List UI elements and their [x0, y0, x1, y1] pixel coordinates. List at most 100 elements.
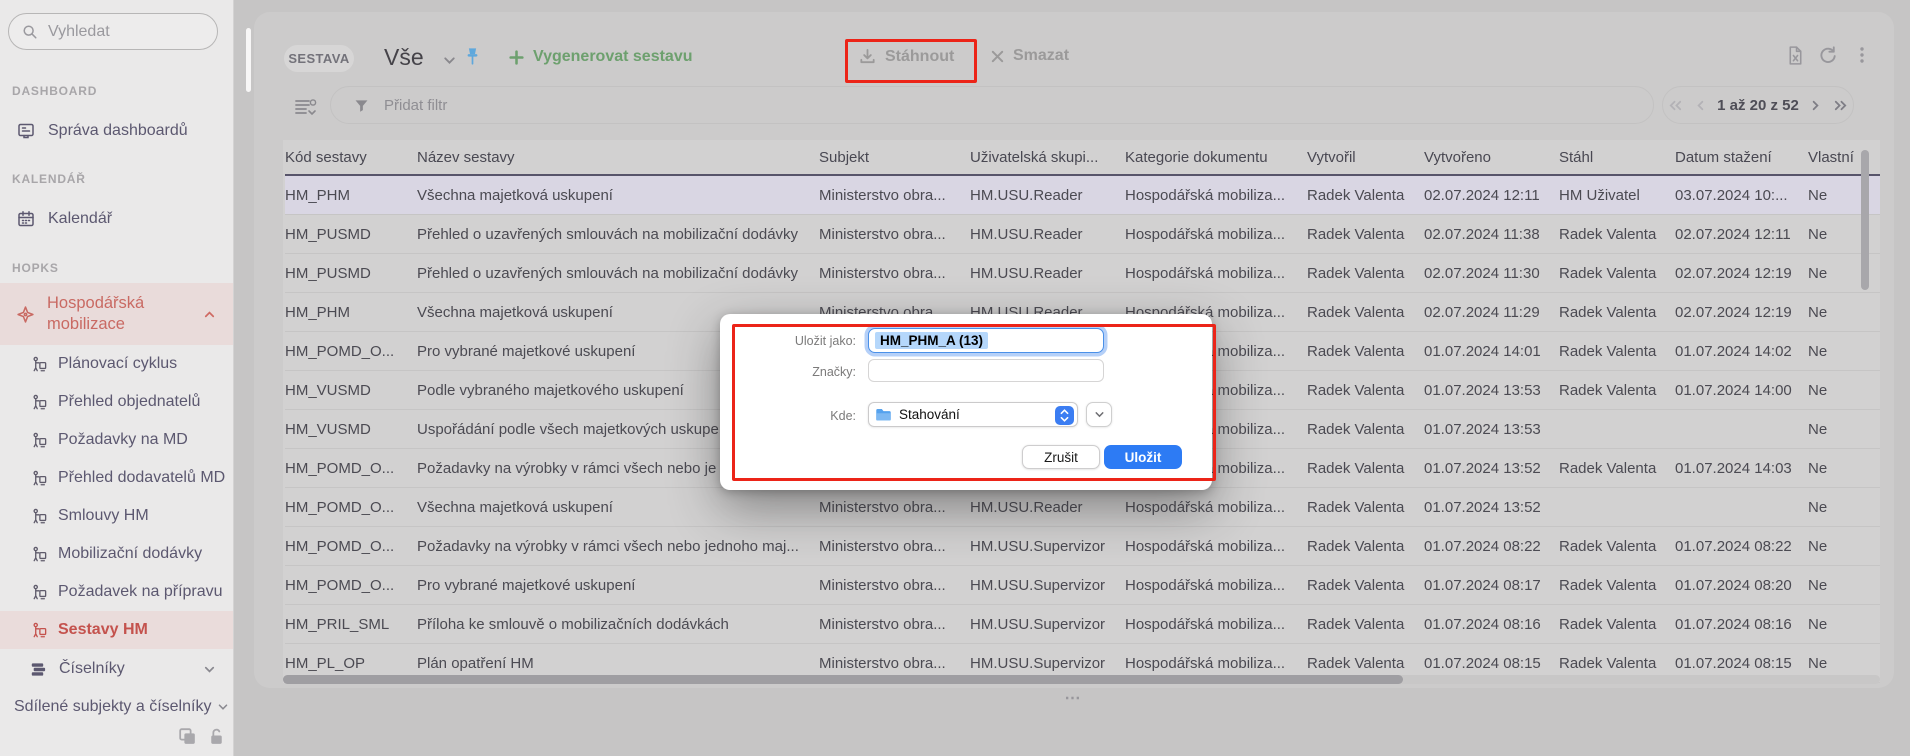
- save-button[interactable]: Uložit: [1104, 445, 1182, 469]
- cell-name: Plán opatření HM: [417, 655, 819, 672]
- delete-button[interactable]: Smazat: [990, 47, 1069, 65]
- cell-name: Přehled o uzavřených smlouvách na mobili…: [417, 226, 819, 243]
- sidebar-item[interactable]: Smlouvy HM: [0, 497, 233, 535]
- cell-category: Hospodářská mobiliza...: [1125, 538, 1307, 555]
- cell-downloaded_at: 02.07.2024 12:11: [1675, 226, 1808, 243]
- view-options-icon[interactable]: [292, 96, 320, 120]
- export-file-icon[interactable]: [1784, 44, 1807, 67]
- chevron-down-icon[interactable]: [441, 52, 458, 69]
- table-row[interactable]: HM_POMD_O...Požadavky na výrobky v rámci…: [285, 527, 1880, 566]
- cell-group: HM.USU.Supervizor: [970, 577, 1125, 594]
- cell-created_at: 01.07.2024 08:22: [1424, 538, 1559, 555]
- sidebar-item-label: Sestavy HM: [58, 621, 148, 639]
- filter-icon: [353, 97, 370, 114]
- sidebar-item-label: Plánovací cyklus: [58, 355, 177, 373]
- column-header[interactable]: Uživatelská skupi...: [970, 149, 1125, 166]
- last-page-icon[interactable]: [1832, 97, 1849, 114]
- column-header[interactable]: Kód sestavy: [285, 149, 417, 166]
- cell-created_by: Radek Valenta: [1307, 460, 1424, 477]
- module-icon: [31, 622, 48, 639]
- cell-subject: Ministerstvo obra...: [819, 226, 970, 243]
- sidebar-item[interactable]: Požadavky na MD: [0, 421, 233, 459]
- column-header[interactable]: Stáhl: [1559, 149, 1675, 166]
- download-button[interactable]: Stáhnout: [858, 47, 954, 66]
- cell-code: HM_PHM: [285, 304, 417, 321]
- cell-subject: Ministerstvo obra...: [819, 499, 970, 516]
- first-page-icon[interactable]: [1667, 97, 1684, 114]
- cell-downloaded_by: Radek Valenta: [1559, 343, 1675, 360]
- page-scrollbar[interactable]: [246, 28, 251, 92]
- where-label: Kde:: [740, 409, 856, 423]
- copy-icon[interactable]: [176, 725, 199, 748]
- sidebar-group-label: Hospodářská mobilizace: [47, 293, 187, 335]
- cell-created_by: Radek Valenta: [1307, 343, 1424, 360]
- column-header[interactable]: Název sestavy: [417, 149, 819, 166]
- column-header[interactable]: Vytvořil: [1307, 149, 1424, 166]
- cell-created_by: Radek Valenta: [1307, 187, 1424, 204]
- sidebar-item[interactable]: Mobilizační dodávky: [0, 535, 233, 573]
- expand-dialog-button[interactable]: [1086, 402, 1112, 427]
- table-row[interactable]: HM_PRIL_SMLPříloha ke smlouvě o mobiliza…: [285, 605, 1880, 644]
- cell-created_by: Radek Valenta: [1307, 421, 1424, 438]
- table-row[interactable]: HM_PUSMDPřehled o uzavřených smlouvách n…: [285, 215, 1880, 254]
- table-row[interactable]: HM_PHMVšechna majetková uskupeníMinister…: [285, 176, 1880, 215]
- refresh-icon[interactable]: [1816, 44, 1839, 67]
- sidebar-item[interactable]: Sestavy HM: [0, 611, 233, 649]
- module-icon: [31, 432, 48, 449]
- cell-category: Hospodářská mobiliza...: [1125, 499, 1307, 516]
- more-handle[interactable]: ⋯: [1058, 688, 1088, 708]
- kebab-menu-icon[interactable]: [1852, 45, 1872, 65]
- sidebar-item[interactable]: Plánovací cyklus: [0, 345, 233, 383]
- where-dropdown[interactable]: Stahování: [868, 402, 1078, 427]
- column-header[interactable]: Vlastní: [1808, 149, 1880, 166]
- cell-downloaded_at: 01.07.2024 14:00: [1675, 382, 1808, 399]
- next-page-icon[interactable]: [1808, 98, 1823, 113]
- cell-group: HM.USU.Supervizor: [970, 538, 1125, 555]
- cell-own: Ne: [1808, 577, 1880, 594]
- sidebar-item-sprava-dashboardu[interactable]: Správa dashboardů: [0, 111, 233, 151]
- search-input[interactable]: Vyhledat: [8, 13, 218, 50]
- unlock-icon[interactable]: [206, 726, 227, 747]
- sidebar-item-ciselniky[interactable]: Číselníky: [0, 649, 233, 689]
- table-row[interactable]: HM_POMD_O...Pro vybrané majetkové uskupe…: [285, 566, 1880, 605]
- sidebar-item[interactable]: Požadavek na přípravu: [0, 573, 233, 611]
- filter-input[interactable]: Přidat filtr: [330, 86, 1654, 124]
- column-header[interactable]: Vytvořeno: [1424, 149, 1559, 166]
- cell-subject: Ministerstvo obra...: [819, 187, 970, 204]
- module-icon: [31, 584, 48, 601]
- table-row[interactable]: HM_PUSMDPřehled o uzavřených smlouvách n…: [285, 254, 1880, 293]
- column-header[interactable]: Datum stažení: [1675, 149, 1808, 166]
- column-header[interactable]: Kategorie dokumentu: [1125, 149, 1307, 166]
- app-root: Vyhledat DASHBOARD Správa dashboardů KAL…: [0, 0, 1910, 756]
- stepper-control[interactable]: [1055, 406, 1074, 425]
- save-as-field[interactable]: HM_PHM_A (13): [868, 328, 1104, 353]
- sidebar-item[interactable]: Přehled objednatelů: [0, 383, 233, 421]
- compass-icon: [16, 305, 35, 324]
- sidebar-item-label: Požadavek na přípravu: [58, 583, 223, 601]
- cell-downloaded_at: 01.07.2024 08:16: [1675, 616, 1808, 633]
- collection-badge[interactable]: SESTAVA: [284, 45, 354, 72]
- sidebar-item-sdilene-subjekty[interactable]: Sdílené subjekty a číselníky: [0, 689, 233, 725]
- folder-icon: [875, 408, 892, 422]
- pin-icon[interactable]: [463, 46, 482, 67]
- horizontal-scrollbar-thumb[interactable]: [283, 675, 1403, 684]
- search-placeholder: Vyhledat: [48, 23, 110, 41]
- sidebar-item[interactable]: Přehled dodavatelů MD: [0, 459, 233, 497]
- cell-created_at: 02.07.2024 11:30: [1424, 265, 1559, 282]
- prev-page-icon[interactable]: [1693, 98, 1708, 113]
- generate-report-button[interactable]: Vygenerovat sestavu: [508, 48, 692, 66]
- cell-downloaded_by: Radek Valenta: [1559, 226, 1675, 243]
- sidebar-item-kalendar[interactable]: Kalendář: [0, 199, 233, 239]
- tags-field[interactable]: [868, 359, 1104, 382]
- sidebar: Vyhledat DASHBOARD Správa dashboardů KAL…: [0, 0, 234, 756]
- column-header[interactable]: Subjekt: [819, 149, 970, 166]
- sidebar-group-hospodarska-mobilizace[interactable]: Hospodářská mobilizace: [0, 283, 233, 345]
- view-selector[interactable]: Vše: [384, 44, 424, 71]
- table-row[interactable]: HM_POMD_O...Všechna majetková uskupeníMi…: [285, 488, 1880, 527]
- cell-own: Ne: [1808, 655, 1880, 672]
- vertical-scrollbar-thumb[interactable]: [1861, 150, 1869, 290]
- cancel-button[interactable]: Zrušit: [1022, 445, 1100, 469]
- cell-created_at: 01.07.2024 08:15: [1424, 655, 1559, 672]
- section-hopks: HOPKS: [12, 261, 59, 275]
- table-header: Kód sestavyNázev sestavySubjektUživatels…: [285, 140, 1880, 176]
